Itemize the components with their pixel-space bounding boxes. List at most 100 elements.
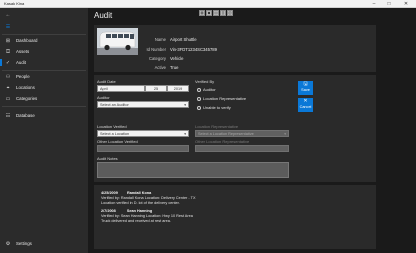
print-icon[interactable]: ▤ xyxy=(213,10,219,16)
sidebar-item-dashboard[interactable]: ⊞ Dashboard xyxy=(0,35,88,46)
hamburger-menu-button[interactable]: ☰ xyxy=(0,21,88,32)
hamburger-icon: ☰ xyxy=(5,23,11,30)
sidebar-item-label: Locations xyxy=(16,85,35,90)
sidebar-item-label: Dashboard xyxy=(16,38,38,43)
history-entry-header: 4/25/2009 Randall Kona xyxy=(101,191,151,195)
location-representative-select[interactable]: Select a Location Representative ▾ xyxy=(195,130,289,137)
radio-unable-to-verify[interactable]: Unable to verify xyxy=(197,105,231,110)
verified-by-label: Verified By xyxy=(195,79,215,84)
sidebar-item-locations[interactable]: ⌖ Locations xyxy=(0,82,88,93)
image-icon[interactable]: ▣ xyxy=(206,10,212,16)
audit-notes-textarea[interactable] xyxy=(97,162,289,178)
share-icon[interactable]: ▧ xyxy=(227,10,233,16)
radio-label: Location Representative xyxy=(203,96,247,101)
radio-label: Unable to verify xyxy=(203,105,231,110)
sidebar-item-label: Audit xyxy=(16,60,27,65)
sidebar-item-database[interactable]: ☷ Database xyxy=(0,110,88,121)
database-icon: ☷ xyxy=(5,112,11,119)
sidebar-item-label: Database xyxy=(16,113,35,118)
people-icon: ⚇ xyxy=(5,73,11,80)
gear-icon: ⚙ xyxy=(5,240,11,247)
maximize-button[interactable]: □ xyxy=(383,0,395,8)
minimize-button[interactable]: – xyxy=(368,0,380,8)
chevron-down-icon: ▾ xyxy=(184,103,186,107)
other-location-representative-input[interactable] xyxy=(195,145,289,152)
back-button[interactable]: ← xyxy=(0,9,88,20)
vehicle-info-card: Name Airport Shuttle Id Number Vin-3FDT1… xyxy=(94,25,376,72)
year-value: 2019 xyxy=(173,87,183,91)
id-number-value: Vin-3FDT1234SC345789 xyxy=(170,47,217,52)
history-entry-line: Location verified in D. lot of the deliv… xyxy=(101,201,180,205)
history-entry-line: Verified by: Sean Hanning Location: Hwy … xyxy=(101,214,193,218)
main-content: Audit ▦ ▣ ▤ ▥ ▧ Name Airport Shuttle Id … xyxy=(88,8,416,253)
sidebar-item-assets[interactable]: ⛋ Assets xyxy=(0,46,88,57)
other-location-representative-label: Other Location Representative xyxy=(195,139,250,144)
categories-icon: ▭ xyxy=(5,95,11,102)
shuttle-van-image xyxy=(97,28,138,55)
active-value: True xyxy=(170,65,179,70)
sidebar-item-people[interactable]: ⚇ People xyxy=(0,71,88,82)
cancel-icon: ✕ xyxy=(303,98,308,104)
auditor-label: Auditor xyxy=(97,95,110,100)
vehicle-photo xyxy=(97,28,138,55)
month-value: April xyxy=(100,87,108,91)
window-title: Kasak Kina xyxy=(4,1,25,6)
audit-notes-label: Audit Notes xyxy=(97,156,118,161)
sidebar-item-label: Categories xyxy=(16,96,38,101)
history-date: 4/25/2009 xyxy=(101,191,118,195)
radio-circle-icon xyxy=(197,96,201,101)
sidebar-item-label: Assets xyxy=(16,49,30,54)
radio-auditor[interactable]: Auditor xyxy=(197,87,216,92)
assets-icon: ⛋ xyxy=(6,48,10,55)
location-verified-label: Location Verified xyxy=(97,124,127,129)
history-name: Randall Kona xyxy=(126,191,152,195)
sidebar-item-categories[interactable]: ▭ Categories xyxy=(0,93,88,104)
back-arrow-icon: ← xyxy=(5,11,11,18)
radio-circle-icon xyxy=(197,87,201,92)
location-representative-label: Location Representative xyxy=(195,124,239,129)
dashboard-icon: ⊞ xyxy=(5,37,11,44)
location-select[interactable]: Select a Location ▾ xyxy=(97,130,189,137)
auditor-placeholder: Select an Auditor xyxy=(100,103,129,107)
chevron-down-icon: ▾ xyxy=(184,132,186,136)
sidebar-item-audit[interactable]: ✓ Audit xyxy=(0,57,88,68)
month-picker[interactable]: April xyxy=(97,85,145,92)
history-entry-line: Truck delivered and received at rest are… xyxy=(101,219,171,223)
other-location-input[interactable] xyxy=(97,145,189,152)
auditor-select[interactable]: Select an Auditor ▾ xyxy=(97,101,189,108)
active-label: Active xyxy=(154,65,166,70)
year-picker[interactable]: 2019 xyxy=(167,85,189,92)
history-date: 2/7/2008 xyxy=(101,209,116,213)
audit-form-card: Audit Date April 25 2019 Auditor Select … xyxy=(94,75,376,182)
radio-label: Auditor xyxy=(203,87,216,92)
day-value: 25 xyxy=(153,87,159,91)
window-titlebar: Kasak Kina – □ ✕ xyxy=(0,0,416,8)
cancel-button[interactable]: ✕ Cancel xyxy=(298,98,313,112)
sidebar-item-settings[interactable]: ⚙ Settings xyxy=(0,238,88,249)
close-button[interactable]: ✕ xyxy=(400,0,412,8)
history-entry-header: 2/7/2008 Sean Hanning xyxy=(101,209,152,213)
locations-icon: ⌖ xyxy=(6,84,10,91)
history-name: Sean Hanning xyxy=(126,209,153,213)
day-picker[interactable]: 25 xyxy=(145,85,167,92)
radio-circle-icon xyxy=(197,105,201,110)
export-icon[interactable]: ▥ xyxy=(220,10,226,16)
grid-view-icon[interactable]: ▦ xyxy=(199,10,205,16)
vehicle-name-value: Airport Shuttle xyxy=(170,37,197,42)
category-label: Category xyxy=(149,56,166,61)
location-placeholder: Select a Location xyxy=(100,132,130,136)
toolbar: ▦ ▣ ▤ ▥ ▧ xyxy=(199,10,233,16)
audit-history-card: 4/25/2009 Randall Kona Verified by: Rand… xyxy=(94,185,376,249)
category-value: Vehicle xyxy=(170,56,184,61)
history-entry-line: Verified by: Randall Kona Location: Deli… xyxy=(101,196,196,200)
sidebar: ← ☰ ⊞ Dashboard ⛋ Assets ✓ Audit ⚇ Peopl… xyxy=(0,8,88,253)
save-button[interactable]: 🖫 Save xyxy=(298,81,313,95)
sidebar-item-label: Settings xyxy=(16,241,32,246)
audit-icon: ✓ xyxy=(5,59,11,66)
radio-location-representative[interactable]: Location Representative xyxy=(197,96,246,101)
save-icon: 🖫 xyxy=(303,81,308,87)
sidebar-item-label: People xyxy=(16,74,30,79)
chevron-down-icon: ▾ xyxy=(284,132,286,136)
save-button-label: Save xyxy=(301,88,310,92)
page-title: Audit xyxy=(94,11,113,20)
